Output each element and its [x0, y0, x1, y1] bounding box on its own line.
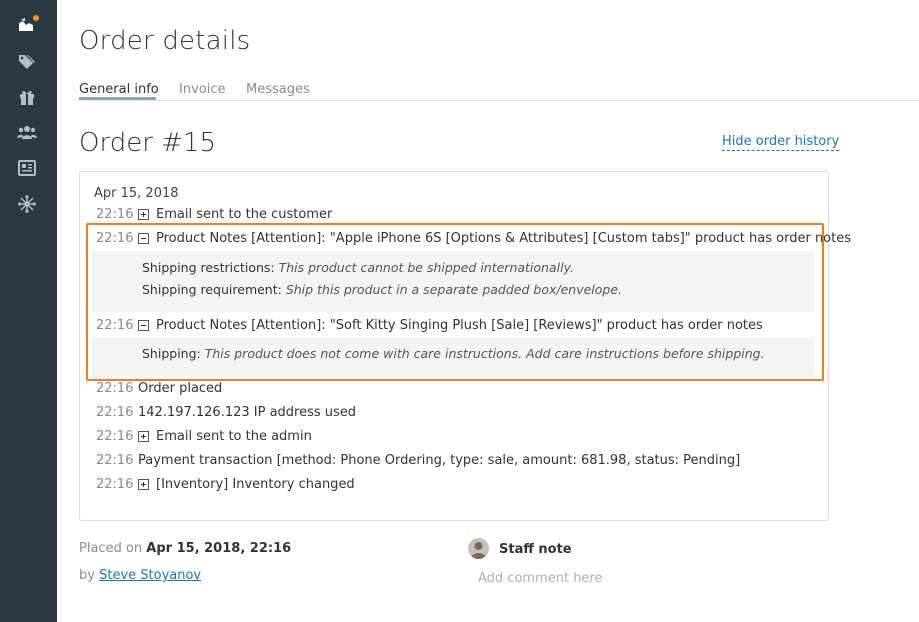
avatar — [468, 538, 489, 559]
customer-link[interactable]: Steve Stoyanov — [99, 568, 201, 583]
event-text: Product Notes [Attention]: "Apple iPhone… — [156, 230, 852, 246]
gift-icon[interactable] — [17, 87, 37, 107]
expand-icon[interactable] — [138, 430, 149, 442]
event-time: 22:16 — [96, 404, 134, 420]
order-history: Apr 15, 2018 22:16 Email sent to the cus… — [79, 171, 851, 521]
order-title: Order #15 — [79, 128, 217, 158]
main-content: Order details General info Invoice Messa… — [57, 0, 919, 622]
event-time: 22:16 — [96, 317, 134, 333]
history-event: 22:16 Payment transaction [method: Phone… — [96, 451, 740, 469]
placed-date: Apr 15, 2018, 22:16 — [146, 541, 292, 556]
event-details: Shipping: This product does not come wit… — [92, 338, 814, 377]
tabs-divider — [79, 100, 919, 101]
store-icon[interactable] — [17, 14, 39, 34]
event-text: Product Notes [Attention]: "Soft Kitty S… — [156, 317, 763, 333]
detail-line: Shipping restrictions: This product cann… — [142, 260, 574, 275]
event-time: 22:16 — [96, 206, 134, 222]
event-time: 22:16 — [96, 230, 134, 246]
event-text: [Inventory] Inventory changed — [156, 476, 355, 492]
tab-bar: General info Invoice Messages — [79, 82, 919, 102]
event-details: Shipping restrictions: This product cann… — [92, 251, 814, 312]
placed-on: Placed on Apr 15, 2018, 22:16 — [79, 541, 291, 556]
tags-icon[interactable] — [17, 51, 37, 71]
event-text: Email sent to the admin — [156, 428, 312, 444]
detail-line: Shipping requirement: Ship this product … — [142, 282, 622, 297]
history-event: 22:16 Email sent to the admin — [96, 427, 312, 445]
event-time: 22:16 — [96, 428, 134, 444]
history-event: 22:16 Email sent to the customer — [96, 205, 332, 223]
sidebar — [0, 0, 57, 622]
detail-label: Shipping restrictions: — [142, 260, 275, 275]
collapse-icon[interactable] — [138, 232, 149, 244]
event-text: 142.197.126.123 IP address used — [138, 404, 357, 420]
page-title: Order details — [79, 26, 251, 56]
detail-label: Shipping requirement: — [142, 282, 282, 297]
staff-comment-input[interactable]: Add comment here — [478, 571, 603, 586]
staff-note-label: Staff note — [499, 542, 572, 557]
news-icon[interactable] — [17, 158, 37, 178]
event-time: 22:16 — [96, 380, 134, 396]
history-event: 22:16 Product Notes [Attention]: "Apple … — [96, 229, 851, 247]
history-date: Apr 15, 2018 — [94, 186, 179, 201]
expand-icon[interactable] — [138, 208, 149, 220]
by-prefix: by — [79, 568, 95, 583]
detail-label: Shipping: — [142, 346, 201, 361]
history-event: 22:16 [Inventory] Inventory changed — [96, 475, 355, 493]
event-text: Email sent to the customer — [156, 206, 333, 222]
tab-invoice[interactable]: Invoice — [179, 82, 225, 97]
placed-by: by Steve Stoyanov — [79, 568, 201, 583]
detail-value: This product cannot be shipped internati… — [278, 260, 574, 275]
detail-value: This product does not come with care ins… — [204, 346, 765, 361]
users-icon[interactable] — [17, 122, 37, 142]
event-text: Order placed — [138, 380, 223, 396]
collapse-icon[interactable] — [138, 319, 149, 331]
order-placed-info: Placed on Apr 15, 2018, 22:16 by Steve S… — [79, 541, 291, 583]
history-event: 22:16 Order placed — [96, 379, 222, 397]
notification-dot — [33, 15, 39, 21]
tab-general-info[interactable]: General info — [79, 82, 159, 97]
event-text: Payment transaction [method: Phone Order… — [138, 452, 741, 468]
expand-icon[interactable] — [138, 478, 149, 490]
detail-value: Ship this product in a separate padded b… — [285, 282, 623, 297]
tab-messages[interactable]: Messages — [246, 82, 310, 97]
history-event: 22:16 142.197.126.123 IP address used — [96, 403, 356, 421]
history-event: 22:16 Product Notes [Attention]: "Soft K… — [96, 316, 763, 334]
detail-line: Shipping: This product does not come wit… — [142, 346, 765, 361]
network-icon[interactable] — [17, 194, 37, 214]
hide-order-history-link[interactable]: Hide order history — [722, 134, 840, 151]
event-time: 22:16 — [96, 452, 134, 468]
event-time: 22:16 — [96, 476, 134, 492]
placed-prefix: Placed on — [79, 541, 143, 556]
